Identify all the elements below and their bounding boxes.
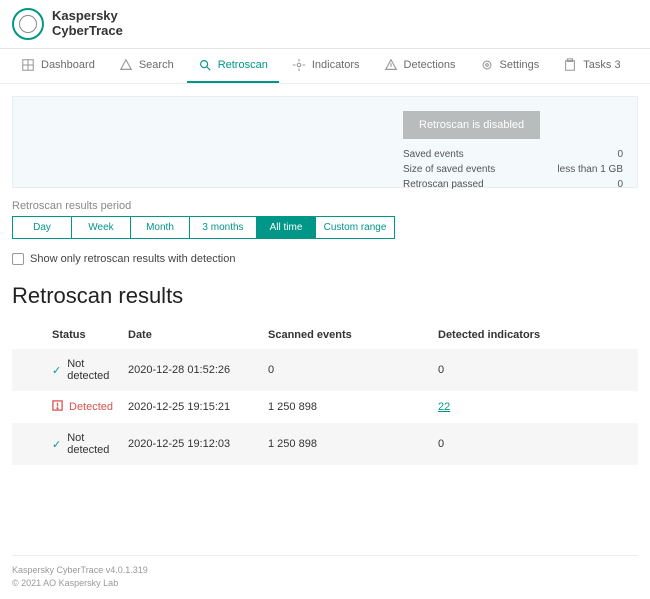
retroscan-icon bbox=[198, 58, 212, 72]
table-header-row: Status Date Scanned events Detected indi… bbox=[12, 321, 638, 349]
nav-retroscan[interactable]: Retroscan bbox=[187, 49, 279, 83]
nav-settings[interactable]: Settings bbox=[469, 49, 551, 83]
status-panel: Retroscan is disabled Saved events0 Size… bbox=[12, 96, 638, 188]
logo-icon bbox=[12, 8, 44, 40]
nav-label: Indicators bbox=[312, 59, 360, 71]
footer-version: Kaspersky CyberTrace v4.0.1.319 bbox=[12, 564, 638, 577]
nav-label: Tasks 3 bbox=[583, 59, 620, 71]
nav-dashboard[interactable]: Dashboard bbox=[10, 49, 106, 83]
nav-label: Retroscan bbox=[218, 59, 268, 71]
cell-scanned: 1 250 898 bbox=[262, 423, 432, 465]
th-scanned: Scanned events bbox=[262, 321, 432, 349]
cell-date: 2020-12-28 01:52:26 bbox=[122, 349, 262, 391]
tab-month[interactable]: Month bbox=[130, 216, 190, 239]
status-text: Detected bbox=[69, 401, 113, 413]
check-icon: ✓ bbox=[52, 364, 61, 377]
tab-day[interactable]: Day bbox=[12, 216, 72, 239]
search-icon bbox=[119, 58, 133, 72]
nav-indicators[interactable]: Indicators bbox=[281, 49, 371, 83]
nav-label: Search bbox=[139, 59, 174, 71]
brand-line1: Kaspersky bbox=[52, 9, 123, 24]
cell-scanned: 0 bbox=[262, 349, 432, 391]
stat-size: Size of saved eventsless than 1 GB bbox=[403, 162, 623, 177]
table-row: ✓ Not detected 2020-12-25 19:12:03 1 250 … bbox=[12, 423, 638, 465]
cell-date: 2020-12-25 19:12:03 bbox=[122, 423, 262, 465]
cell-detected: 0 bbox=[432, 349, 638, 391]
nav-label: Detections bbox=[404, 59, 456, 71]
table-row: Detected 2020-12-25 19:15:21 1 250 898 2… bbox=[12, 391, 638, 423]
status-text: Not detected bbox=[67, 358, 116, 382]
results-table: Status Date Scanned events Detected indi… bbox=[12, 321, 638, 465]
brand-text: Kaspersky CyberTrace bbox=[52, 9, 123, 39]
cell-detected: 0 bbox=[432, 423, 638, 465]
gear-icon bbox=[480, 58, 494, 72]
brand-line2: CyberTrace bbox=[52, 24, 123, 39]
period-label: Retroscan results period bbox=[12, 200, 638, 212]
period-tabs: Day Week Month 3 months All time Custom … bbox=[12, 216, 638, 239]
dashboard-icon bbox=[21, 58, 35, 72]
detections-icon bbox=[384, 58, 398, 72]
cell-date: 2020-12-25 19:15:21 bbox=[122, 391, 262, 423]
th-date: Date bbox=[122, 321, 262, 349]
table-row: ✓ Not detected 2020-12-28 01:52:26 0 0 bbox=[12, 349, 638, 391]
nav-label: Dashboard bbox=[41, 59, 95, 71]
warn-icon bbox=[52, 400, 63, 414]
footer: Kaspersky CyberTrace v4.0.1.319 © 2021 A… bbox=[12, 555, 638, 589]
th-status: Status bbox=[12, 321, 122, 349]
detected-link[interactable]: 22 bbox=[438, 401, 450, 413]
results-heading: Retroscan results bbox=[12, 283, 638, 309]
nav-label: Settings bbox=[500, 59, 540, 71]
footer-copyright: © 2021 AO Kaspersky Lab bbox=[12, 577, 638, 590]
app-header: Kaspersky CyberTrace bbox=[0, 0, 650, 49]
nav-search[interactable]: Search bbox=[108, 49, 185, 83]
tab-week[interactable]: Week bbox=[71, 216, 131, 239]
cell-scanned: 1 250 898 bbox=[262, 391, 432, 423]
indicators-icon bbox=[292, 58, 306, 72]
status-text: Not detected bbox=[67, 432, 116, 456]
stat-passed: Retroscan passed0 bbox=[403, 177, 623, 192]
filter-row: Show only retroscan results with detecti… bbox=[12, 253, 638, 265]
tab-3months[interactable]: 3 months bbox=[189, 216, 257, 239]
brand: Kaspersky CyberTrace bbox=[12, 8, 123, 40]
nav-tasks[interactable]: Tasks 3 bbox=[552, 49, 631, 83]
retroscan-disabled-button: Retroscan is disabled bbox=[403, 111, 540, 139]
check-icon: ✓ bbox=[52, 438, 61, 451]
tasks-icon bbox=[563, 58, 577, 72]
stat-saved: Saved events0 bbox=[403, 147, 623, 162]
nav-detections[interactable]: Detections bbox=[373, 49, 467, 83]
tab-alltime[interactable]: All time bbox=[256, 216, 316, 239]
th-detected: Detected indicators bbox=[432, 321, 638, 349]
tab-custom[interactable]: Custom range bbox=[315, 216, 395, 239]
main-nav: Dashboard Search Retroscan Indicators De… bbox=[0, 49, 650, 84]
show-only-label: Show only retroscan results with detecti… bbox=[30, 253, 235, 265]
show-only-checkbox[interactable] bbox=[12, 253, 24, 265]
